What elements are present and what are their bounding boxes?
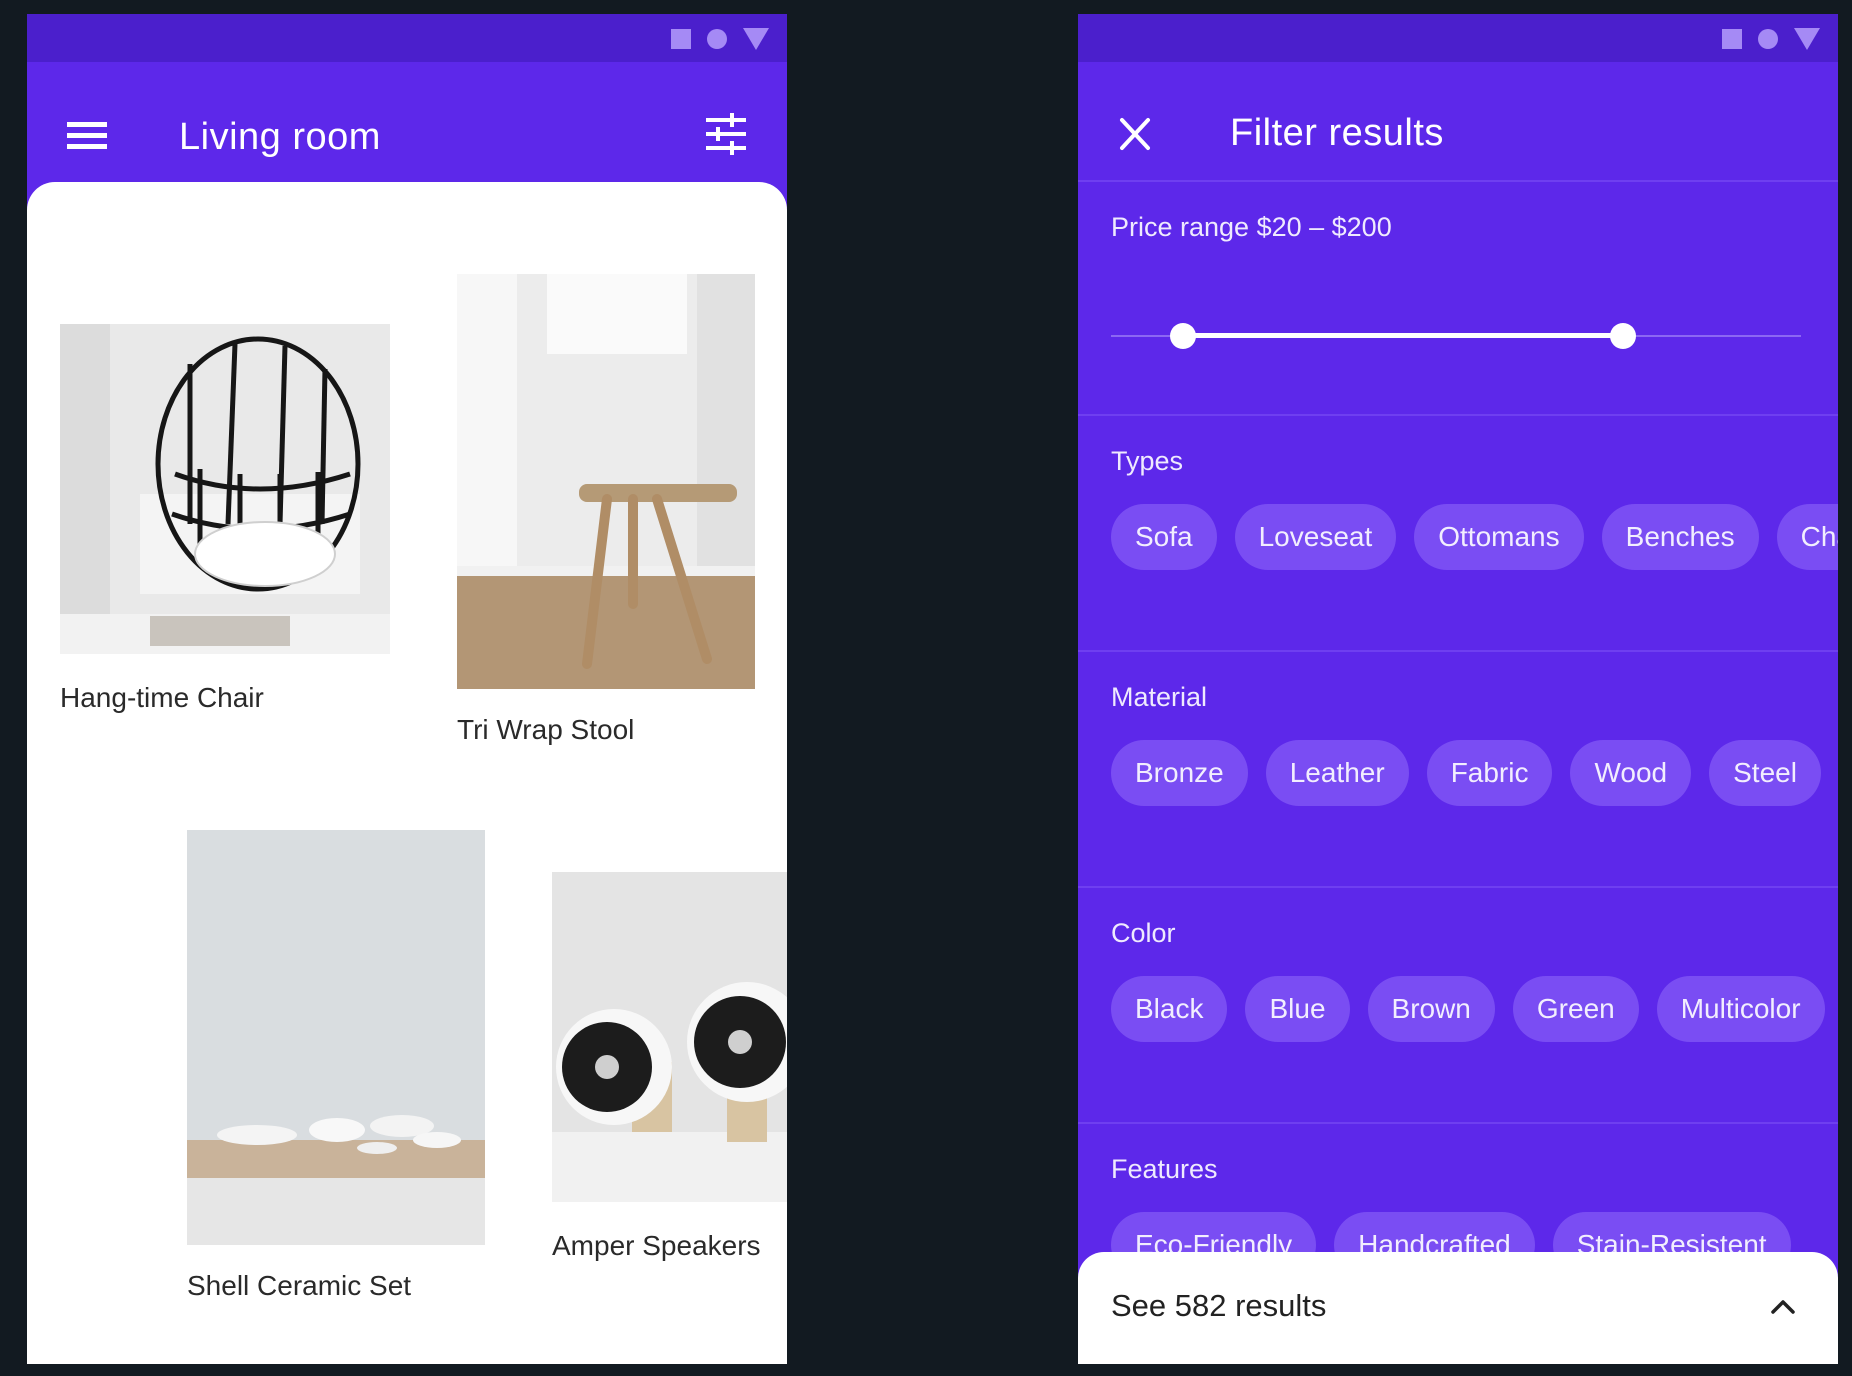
product-image <box>187 830 485 1245</box>
product-card-shell-ceramic-set[interactable]: Shell Ceramic Set <box>187 830 485 1320</box>
divider <box>1078 650 1838 652</box>
chip-ottomans[interactable]: Ottomans <box>1414 504 1584 570</box>
results-count-label: See 582 results <box>1111 1288 1327 1323</box>
chip-row-color: Black Blue Brown Green Multicolor <box>1111 976 1825 1042</box>
price-range-slider[interactable] <box>1111 322 1801 352</box>
chevron-up-icon[interactable] <box>1768 1292 1798 1322</box>
divider <box>1078 180 1838 182</box>
product-name: Tri Wrap Stool <box>457 714 635 745</box>
status-circle-icon <box>707 29 727 49</box>
close-icon[interactable] <box>1116 114 1154 154</box>
chip-fabric[interactable]: Fabric <box>1426 740 1553 806</box>
living-room-screen: Living room Hang-time Chair Tri Wrap Sto… <box>27 14 787 1364</box>
section-label-features: Features <box>1111 1154 1218 1184</box>
page-title: Filter results <box>1230 112 1444 154</box>
status-square-icon <box>1722 29 1742 49</box>
product-grid: Hang-time Chair Tri Wrap Stool Shell Cer… <box>27 182 787 1364</box>
chip-multicolor[interactable]: Multicolor <box>1656 976 1825 1042</box>
product-image <box>60 324 390 654</box>
chip-blue[interactable]: Blue <box>1245 976 1350 1042</box>
chip-black[interactable]: Black <box>1111 976 1228 1042</box>
menu-icon[interactable] <box>65 118 109 154</box>
divider <box>1078 414 1838 416</box>
slider-min-thumb[interactable] <box>1170 323 1196 349</box>
product-image <box>457 274 755 689</box>
chip-wood[interactable]: Wood <box>1570 740 1692 806</box>
slider-active-range <box>1183 333 1623 338</box>
status-bar <box>1078 14 1838 62</box>
slider-max-thumb[interactable] <box>1610 323 1636 349</box>
product-card-tri-wrap-stool[interactable]: Tri Wrap Stool <box>457 274 755 764</box>
chip-row-material: Bronze Leather Fabric Wood Steel <box>1111 740 1821 806</box>
chip-brown[interactable]: Brown <box>1367 976 1495 1042</box>
status-square-icon <box>671 29 691 49</box>
top-app-bar: Filter results <box>1078 62 1838 194</box>
see-results-button[interactable]: See 582 results <box>1078 1252 1838 1364</box>
top-app-bar: Living room <box>27 62 787 194</box>
product-name: Amper Speakers <box>552 1230 761 1261</box>
chip-steel[interactable]: Steel <box>1709 740 1821 806</box>
chip-bronze[interactable]: Bronze <box>1111 740 1248 806</box>
chip-sofa[interactable]: Sofa <box>1111 504 1217 570</box>
divider <box>1078 1122 1838 1124</box>
section-label-material: Material <box>1111 682 1208 712</box>
product-image <box>552 872 787 1202</box>
section-label-types: Types <box>1111 446 1184 476</box>
chip-loveseat[interactable]: Loveseat <box>1234 504 1397 570</box>
page-title: Living room <box>179 116 381 158</box>
section-label-color: Color <box>1111 918 1176 948</box>
chip-leather[interactable]: Leather <box>1265 740 1409 806</box>
status-triangle-icon <box>1794 28 1820 50</box>
product-card-amper-speakers[interactable]: Amper Speakers <box>552 872 787 1292</box>
product-name: Hang-time Chair <box>60 682 264 713</box>
chip-chairs[interactable]: Chairs <box>1776 504 1838 570</box>
status-circle-icon <box>1758 29 1778 49</box>
filter-results-screen: Filter results Price range $20 – $200 Ty… <box>1078 14 1838 1364</box>
status-bar <box>27 14 787 62</box>
status-triangle-icon <box>743 28 769 50</box>
tune-icon[interactable] <box>704 112 748 158</box>
chip-green[interactable]: Green <box>1512 976 1639 1042</box>
chip-row-types: Sofa Loveseat Ottomans Benches Chairs <box>1111 504 1838 570</box>
chip-benches[interactable]: Benches <box>1601 504 1759 570</box>
product-card-hang-time-chair[interactable]: Hang-time Chair <box>60 324 390 744</box>
price-range-label: Price range $20 – $200 <box>1111 212 1392 242</box>
divider <box>1078 886 1838 888</box>
product-name: Shell Ceramic Set <box>187 1270 412 1301</box>
